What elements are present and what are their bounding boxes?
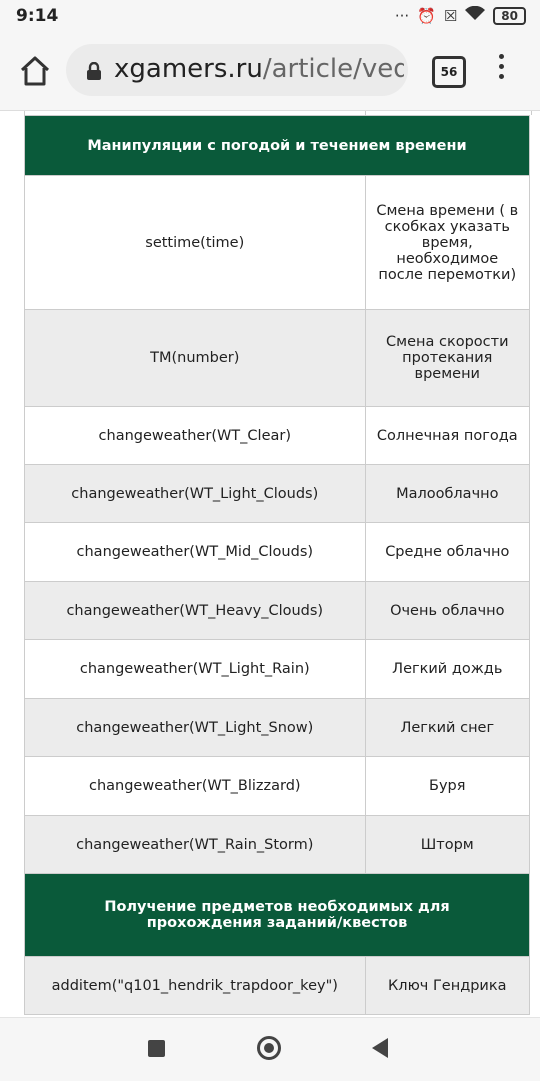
command-cell: changeweather(WT_Clear) [24, 406, 366, 465]
table-row: changeweather(WT_Mid_Clouds) Средне обла… [24, 522, 531, 582]
url-path: /article/ved [262, 54, 404, 84]
status-icons: ··· ⏰ ☒ 80 [394, 5, 526, 25]
command-cell: changeweather(WT_Light_Rain) [24, 639, 366, 699]
address-bar[interactable]: xgamers.ru/article/ved [66, 44, 408, 96]
commands-table: Манипуляции с погодой и течением времени… [24, 115, 531, 1015]
description-cell: Малооблачно [364, 464, 531, 523]
command-cell: changeweather(WT_Blizzard) [24, 756, 366, 816]
page-content[interactable]: Манипуляции с погодой и течением времени… [0, 111, 540, 1017]
url-text: xgamers.ru/article/ved [114, 54, 404, 84]
command-cell: TM(number) [24, 309, 366, 407]
section-header: Получение предметов необходимых для прох… [24, 873, 530, 957]
description-cell: Шторм [364, 815, 531, 874]
command-cell: changeweather(WT_Mid_Clouds) [24, 522, 366, 582]
description-cell: Средне облачно [364, 522, 531, 582]
status-time: 9:14 [16, 6, 59, 26]
home-icon [20, 56, 50, 86]
description-cell: Очень облачно [364, 581, 531, 640]
table-row: changeweather(WT_Clear) Солнечная погода [24, 406, 531, 465]
description-cell: Смена времени ( в скобках указать время,… [364, 175, 531, 310]
table-row: changeweather(WT_Light_Clouds) Малооблач… [24, 464, 531, 523]
recents-button[interactable] [148, 1040, 165, 1057]
url-domain: xgamers.ru [114, 54, 263, 84]
section-header-text: Получение предметов необходимых для прох… [24, 873, 530, 957]
system-navigation-bar [0, 1017, 540, 1081]
menu-dot-icon [498, 54, 504, 59]
tab-switcher-button[interactable]: 56 [432, 56, 466, 88]
table-row: changeweather(WT_Light_Snow) Легкий снег [24, 698, 531, 757]
browser-toolbar: xgamers.ru/article/ved 56 [0, 32, 540, 111]
battery-icon: 80 [493, 6, 526, 25]
overflow-menu-button[interactable] [496, 54, 506, 79]
description-cell: Легкий дождь [364, 639, 531, 699]
menu-dot-icon [498, 64, 504, 69]
table-row: additem("q101_hendrik_trapdoor_key") Клю… [24, 956, 531, 1015]
more-notifications-icon: ··· [394, 6, 410, 25]
home-nav-button[interactable] [257, 1036, 281, 1060]
command-cell: changeweather(WT_Heavy_Clouds) [24, 581, 366, 640]
command-cell: settime(time) [24, 175, 366, 310]
description-cell: Буря [364, 756, 531, 816]
command-cell: additem("q101_hendrik_trapdoor_key") [24, 956, 366, 1015]
section-header: Манипуляции с погодой и течением времени [24, 115, 530, 176]
description-cell: Смена скорости протекания времени [364, 309, 531, 407]
table-row: changeweather(WT_Heavy_Clouds) Очень обл… [24, 581, 531, 640]
status-bar: 9:14 ··· ⏰ ☒ 80 [0, 0, 540, 32]
description-cell: Легкий снег [364, 698, 531, 757]
back-button[interactable] [372, 1038, 388, 1058]
description-cell: Солнечная погода [364, 406, 531, 465]
home-button[interactable] [18, 54, 52, 88]
command-cell: changeweather(WT_Rain_Storm) [24, 815, 366, 874]
table-row: changeweather(WT_Rain_Storm) Шторм [24, 815, 531, 874]
command-cell: changeweather(WT_Light_Snow) [24, 698, 366, 757]
lock-icon [87, 62, 101, 80]
wifi-icon [465, 5, 486, 25]
table-row: changeweather(WT_Light_Rain) Легкий дожд… [24, 639, 531, 699]
alarm-icon: ⏰ [417, 6, 436, 25]
sim-off-icon: ☒ [443, 6, 458, 25]
table-row: settime(time) Смена времени ( в скобках … [24, 175, 531, 310]
table-row: TM(number) Смена скорости протекания вре… [24, 309, 531, 407]
menu-dot-icon [498, 74, 504, 79]
description-cell: Ключ Гендрика [364, 956, 531, 1015]
section-header-text: Манипуляции с погодой и течением времени [24, 115, 530, 176]
command-cell: changeweather(WT_Light_Clouds) [24, 464, 366, 523]
table-row: changeweather(WT_Blizzard) Буря [24, 756, 531, 816]
